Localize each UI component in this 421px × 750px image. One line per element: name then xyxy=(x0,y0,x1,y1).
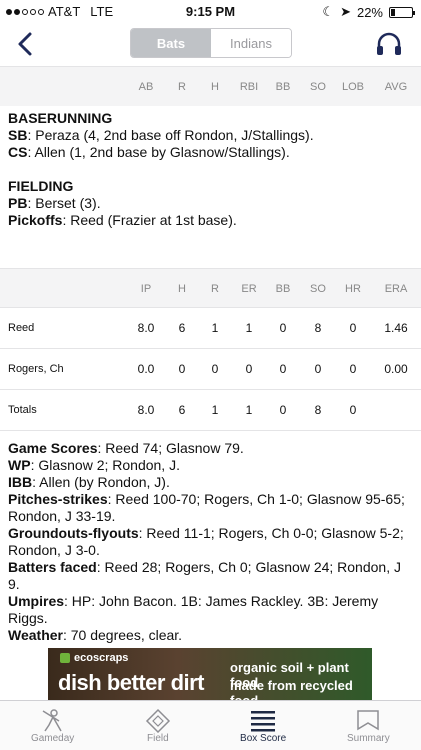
ad-banner[interactable]: ecoscraps dish better dirt organic soil … xyxy=(48,648,372,700)
baserunning-line: SB: Peraza (4, 2nd base off Rondon, J/St… xyxy=(8,127,314,143)
moon-icon: ☾ xyxy=(322,4,335,19)
stat-cell: 8.0 xyxy=(137,321,155,335)
fielding-section: FIELDING PB: Berset (3). Pickoffs: Reed … xyxy=(8,178,237,229)
pitching-col-header: SO xyxy=(310,283,326,295)
stat-cell: 8 xyxy=(314,403,322,417)
tab-gameday[interactable]: Gameday xyxy=(0,701,105,750)
baserunning-line: CS: Allen (1, 2nd base by Glasnow/Stalli… xyxy=(8,144,290,160)
stat-cell: 8 xyxy=(314,321,322,335)
nav-bar: Bats Indians xyxy=(0,22,421,66)
batter-icon xyxy=(42,709,62,732)
summary-line: Weather: 70 degrees, clear. xyxy=(8,627,183,643)
diamond-icon xyxy=(145,708,170,733)
tab-bats[interactable]: Bats xyxy=(131,29,211,57)
tab-indians[interactable]: Indians xyxy=(211,29,291,57)
pitching-col-header: HR xyxy=(345,283,361,295)
pitcher-name: Reed xyxy=(8,322,35,334)
pitching-col-header: IP xyxy=(140,283,152,295)
batting-header: AB R H RBI BB SO LOB AVG xyxy=(0,66,421,106)
batting-col-header: BB xyxy=(275,81,291,93)
ecoscraps-logo-icon xyxy=(60,653,70,663)
stat-cell: 0 xyxy=(349,321,357,335)
fielding-title: FIELDING xyxy=(8,178,74,194)
team-segmented-control: Bats Indians xyxy=(130,28,292,58)
status-bar: AT&T LTE 9:15 PM ☾ ➤ 22% xyxy=(0,0,421,22)
baserunning-section: BASERUNNING SB: Peraza (4, 2nd base off … xyxy=(8,110,314,161)
tab-field[interactable]: Field xyxy=(105,701,210,750)
stat-cell: 0 xyxy=(314,362,322,376)
summary-line: Groundouts-flyouts: Reed 11-1; Rogers, C… xyxy=(8,525,404,558)
batting-col-header: LOB xyxy=(341,81,364,93)
batting-col-header: AVG xyxy=(384,81,408,93)
stat-cell: 0 xyxy=(279,403,287,417)
ad-headline: dish better dirt xyxy=(58,670,205,695)
game-summary: Game Scores: Reed 74; Glasnow 79. WP: Gl… xyxy=(8,440,413,644)
location-icon: ➤ xyxy=(340,4,351,19)
pitcher-name: Totals xyxy=(8,404,37,416)
ad-tagline: made from recycled food. xyxy=(230,678,353,700)
fielding-line: Pickoffs: Reed (Frazier at 1st base). xyxy=(8,212,237,228)
battery-icon xyxy=(389,6,415,18)
stat-cell: 8.0 xyxy=(137,403,155,417)
summary-line: WP: Glasnow 2; Rondon, J. xyxy=(8,457,180,473)
pitcher-name: Rogers, Ch xyxy=(8,363,64,375)
pitching-row[interactable]: Reed 8.0 6 1 1 0 8 0 1.46 xyxy=(0,309,421,349)
stat-cell: 0 xyxy=(279,362,287,376)
battery-percent: 22% xyxy=(356,4,383,20)
pitching-col-header: ERA xyxy=(384,283,408,295)
pitching-row[interactable]: Totals 8.0 6 1 1 0 8 0 xyxy=(0,391,421,431)
summary-line: Umpires: HP: John Bacon. 1B: James Rackl… xyxy=(8,593,379,626)
fielding-line: PB: Berset (3). xyxy=(8,195,101,211)
tab-bar: Gameday Field Box Score Summary xyxy=(0,700,421,750)
stat-cell: 0 xyxy=(349,362,357,376)
headphones-icon[interactable] xyxy=(375,30,403,58)
summary-line: Batters faced: Reed 28; Rogers, Ch 0; Gl… xyxy=(8,559,401,592)
pitching-col-header: BB xyxy=(275,283,291,295)
stat-cell: 1.46 xyxy=(384,321,408,335)
pitching-header: IP H R ER BB SO HR ERA xyxy=(0,268,421,308)
stat-cell: 0.0 xyxy=(137,362,155,376)
summary-line: IBB: Allen (by Rondon, J). xyxy=(8,474,170,490)
tab-summary[interactable]: Summary xyxy=(316,701,421,750)
summary-line: Pitches-strikes: Reed 100-70; Rogers, Ch… xyxy=(8,491,405,524)
stat-cell: 0.00 xyxy=(384,362,408,376)
summary-icon xyxy=(357,710,380,731)
batting-col-header: SO xyxy=(310,81,326,93)
ad-brand: ecoscraps xyxy=(60,652,128,664)
box-score-icon xyxy=(251,711,276,732)
stat-cell: 0 xyxy=(349,403,357,417)
back-chevron-icon[interactable] xyxy=(14,30,38,58)
baserunning-title: BASERUNNING xyxy=(8,110,113,126)
stat-cell: 0 xyxy=(279,321,287,335)
summary-line: Game Scores: Reed 74; Glasnow 79. xyxy=(8,440,244,456)
batting-col-header: AB xyxy=(138,81,154,93)
pitching-row[interactable]: Rogers, Ch 0.0 0 0 0 0 0 0 0.00 xyxy=(0,350,421,390)
tab-box-score[interactable]: Box Score xyxy=(211,701,316,750)
